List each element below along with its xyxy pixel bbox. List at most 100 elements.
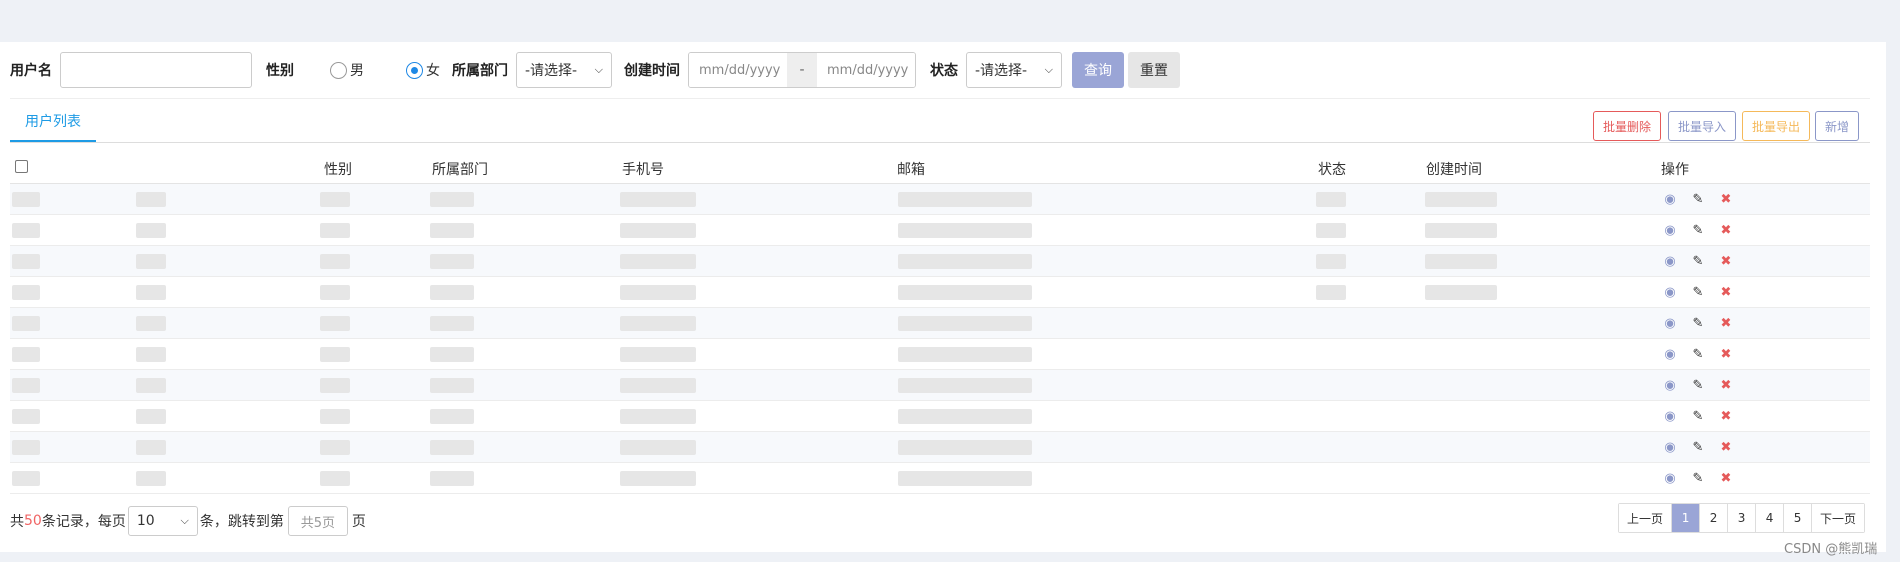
- add-button[interactable]: 新增: [1815, 111, 1860, 141]
- page-3-button[interactable]: 3: [1728, 504, 1757, 532]
- col-gender: 性别: [324, 162, 352, 178]
- date-separator: -: [787, 53, 817, 87]
- query-button[interactable]: 查询: [1072, 52, 1124, 88]
- x-icon[interactable]: ✖: [1718, 191, 1734, 207]
- x-icon[interactable]: ✖: [1718, 253, 1734, 269]
- jump-page-input[interactable]: 共5页: [287, 506, 348, 536]
- redacted-cell: [12, 347, 40, 362]
- date-end-input[interactable]: mm/dd/yyyy: [817, 53, 915, 87]
- batch-delete-button[interactable]: 批量删除: [1593, 111, 1662, 141]
- redacted-cell: [620, 285, 696, 300]
- gender-radio-female[interactable]: 女: [406, 60, 440, 80]
- next-page-button[interactable]: 下一页: [1812, 504, 1865, 532]
- chevron-down-icon: ⌵: [594, 63, 603, 76]
- batch-export-button[interactable]: 批量导出: [1742, 111, 1811, 141]
- redacted-cell: [620, 378, 696, 393]
- x-icon[interactable]: ✖: [1718, 315, 1734, 331]
- x-icon[interactable]: ✖: [1718, 346, 1734, 362]
- redacted-cell: [1425, 192, 1497, 207]
- redacted-cell: [430, 471, 474, 486]
- tab-user-list[interactable]: 用户列表: [10, 102, 96, 142]
- reset-button[interactable]: 重置: [1128, 52, 1180, 88]
- x-icon[interactable]: ✖: [1718, 408, 1734, 424]
- date-start-input[interactable]: mm/dd/yyyy: [689, 53, 787, 87]
- status-select[interactable]: -请选择- ⌵: [966, 52, 1062, 88]
- eye-icon[interactable]: ◉: [1662, 470, 1678, 486]
- eye-icon[interactable]: ◉: [1662, 377, 1678, 393]
- table-row: ◉ ✎ ✖: [10, 308, 1870, 339]
- x-icon[interactable]: ✖: [1718, 470, 1734, 486]
- eye-icon[interactable]: ◉: [1662, 222, 1678, 238]
- page-5-button[interactable]: 5: [1784, 504, 1813, 532]
- main-panel: 用户名 性别 男 女 所属部门 -请选择- ⌵ 创建时间 mm/dd/yyyy …: [0, 42, 1886, 552]
- redacted-cell: [136, 440, 166, 455]
- pencil-icon[interactable]: ✎: [1690, 408, 1706, 424]
- status-select-value: -请选择-: [975, 63, 1028, 79]
- row-actions: ◉ ✎ ✖: [1662, 246, 1734, 276]
- pencil-icon[interactable]: ✎: [1690, 222, 1706, 238]
- page-1-button[interactable]: 1: [1672, 504, 1701, 532]
- pager-total-count: 50: [24, 513, 42, 529]
- department-select[interactable]: -请选择- ⌵: [516, 52, 612, 88]
- prev-page-button[interactable]: 上一页: [1619, 504, 1673, 532]
- gender-radio-male[interactable]: 男: [330, 60, 364, 80]
- radio-male[interactable]: [330, 61, 347, 79]
- redacted-cell: [320, 471, 350, 486]
- eye-icon[interactable]: ◉: [1662, 253, 1678, 269]
- redacted-cell: [1316, 192, 1346, 207]
- page-4-button[interactable]: 4: [1756, 504, 1785, 532]
- redacted-cell: [620, 316, 696, 331]
- x-icon[interactable]: ✖: [1718, 377, 1734, 393]
- eye-icon[interactable]: ◉: [1662, 408, 1678, 424]
- redacted-cell: [620, 471, 696, 486]
- row-actions: ◉ ✎ ✖: [1662, 370, 1734, 400]
- redacted-cell: [136, 378, 166, 393]
- redacted-cell: [898, 254, 1032, 269]
- redacted-cell: [898, 409, 1032, 424]
- redacted-cell: [1316, 285, 1346, 300]
- page-size-select[interactable]: 10 ⌵: [127, 506, 198, 536]
- eye-icon[interactable]: ◉: [1662, 191, 1678, 207]
- radio-female[interactable]: [406, 61, 423, 79]
- redacted-cell: [898, 316, 1032, 331]
- redacted-cell: [136, 471, 166, 486]
- department-select-value: -请选择-: [525, 63, 578, 79]
- col-phone: 手机号: [622, 162, 664, 178]
- pencil-icon[interactable]: ✎: [1690, 191, 1706, 207]
- pencil-icon[interactable]: ✎: [1690, 253, 1706, 269]
- select-all-checkbox[interactable]: [15, 160, 28, 173]
- eye-icon[interactable]: ◉: [1662, 439, 1678, 455]
- pencil-icon[interactable]: ✎: [1690, 315, 1706, 331]
- user-table: 性别 所属部门 手机号 邮箱 状态 创建时间 操作 ◉ ✎ ✖ ◉ ✎ ✖ ◉ ✎ ✖ ◉ ✎ ✖ ◉ ✎…: [10, 154, 1870, 494]
- redacted-cell: [320, 440, 350, 455]
- pager-jump-suffix: 页: [351, 514, 366, 530]
- x-icon[interactable]: ✖: [1718, 439, 1734, 455]
- eye-icon[interactable]: ◉: [1662, 284, 1678, 300]
- redacted-cell: [136, 192, 166, 207]
- filter-divider: [10, 98, 1870, 99]
- pencil-icon[interactable]: ✎: [1690, 470, 1706, 486]
- pencil-icon[interactable]: ✎: [1690, 439, 1706, 455]
- batch-import-button[interactable]: 批量导入: [1668, 111, 1737, 141]
- table-body: ◉ ✎ ✖ ◉ ✎ ✖ ◉ ✎ ✖ ◉ ✎ ✖ ◉ ✎ ✖ ◉ ✎ ✖ ◉ ✎ ✖ ◉ ✎ ✖ ◉ ✎ ✖ ◉ ✎ ✖: [10, 184, 1870, 494]
- redacted-cell: [12, 471, 40, 486]
- eye-icon[interactable]: ◉: [1662, 315, 1678, 331]
- table-row: ◉ ✎ ✖: [10, 184, 1870, 215]
- eye-icon[interactable]: ◉: [1662, 346, 1678, 362]
- pencil-icon[interactable]: ✎: [1690, 346, 1706, 362]
- x-icon[interactable]: ✖: [1718, 284, 1734, 300]
- table-row: ◉ ✎ ✖: [10, 432, 1870, 463]
- col-status: 状态: [1318, 162, 1346, 178]
- redacted-cell: [898, 192, 1032, 207]
- redacted-cell: [136, 409, 166, 424]
- redacted-cell: [1425, 285, 1497, 300]
- username-input[interactable]: [60, 52, 252, 88]
- pencil-icon[interactable]: ✎: [1690, 377, 1706, 393]
- pencil-icon[interactable]: ✎: [1690, 284, 1706, 300]
- redacted-cell: [898, 285, 1032, 300]
- redacted-cell: [320, 223, 350, 238]
- page-2-button[interactable]: 2: [1700, 504, 1729, 532]
- x-icon[interactable]: ✖: [1718, 222, 1734, 238]
- redacted-cell: [320, 285, 350, 300]
- radio-male-label: 男: [350, 63, 364, 79]
